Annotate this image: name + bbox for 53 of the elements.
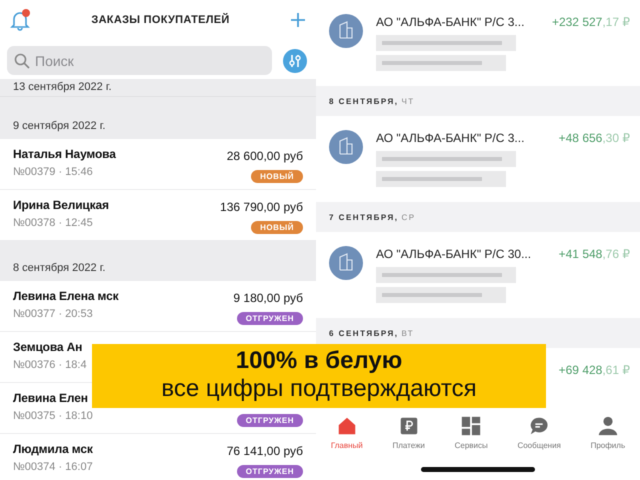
payment-amount: +69 428,61 ₽: [558, 362, 630, 377]
order-number: №00378 · 12:45: [13, 217, 94, 229]
customer-name: Людмила мск: [13, 442, 93, 456]
payment-amount: +232 527,17 ₽: [552, 14, 630, 29]
payer-name: АО "АЛЬФА-БАНК" Р/С 30...: [376, 247, 532, 261]
status-badge: ОТГРУЖЕН: [236, 312, 303, 325]
date-header: 8 СЕНТЯБРЯ, ЧТ: [316, 86, 640, 116]
person-icon: [596, 415, 619, 437]
order-amount: 76 141,00 руб: [226, 444, 303, 458]
customer-name: Левина Елен: [13, 391, 89, 405]
order-number: №00376 · 18:4: [13, 359, 87, 371]
date-header: 13 сентября 2022 г.: [0, 79, 316, 97]
date-header: 9 сентября 2022 г.: [0, 97, 316, 139]
order-number: №00375 · 18:10: [13, 410, 93, 422]
screen-title: ЗАКАЗЫ ПОКУПАТЕЛЕЙ: [91, 14, 230, 26]
building-icon: [329, 246, 363, 280]
order-amount: 9 180,00 руб: [233, 291, 303, 305]
payer-name: АО "АЛЬФА-БАНК" Р/С 3...: [376, 15, 526, 29]
banner-title: 100% в белую: [236, 348, 402, 375]
building-icon: [329, 14, 363, 48]
banner-subtitle: все цифры подтверждаются: [161, 374, 477, 404]
customer-name: Земцова Ан: [13, 340, 84, 354]
nav-tab[interactable]: Сообщения: [515, 415, 563, 467]
order-number: №00374 · 16:07: [13, 461, 93, 473]
search-icon: [14, 53, 30, 69]
nav-tab[interactable]: Сервисы: [452, 415, 490, 467]
payment-amount: +41 548,76 ₽: [558, 246, 630, 261]
nav-tab[interactable]: Главный: [328, 415, 365, 467]
search-field[interactable]: Поиск: [7, 46, 272, 75]
date-header: 6 СЕНТЯБРЯ, ВТ: [316, 318, 640, 348]
bell-icon[interactable]: [9, 9, 31, 31]
payment-amount: +48 656,30 ₽: [558, 130, 630, 145]
grid-icon: [460, 415, 482, 437]
order-amount: 28 600,00 руб: [226, 149, 303, 163]
nav-tab[interactable]: Профиль: [588, 415, 628, 467]
nav-tab[interactable]: Платежи: [390, 415, 427, 467]
chat-bubble-icon: [528, 415, 550, 437]
status-badge: НОВЫЙ: [251, 170, 303, 183]
building-icon: [329, 130, 363, 164]
payer-name: АО "АЛЬФА-БАНК" Р/С 3...: [376, 131, 526, 145]
filter-icon[interactable]: [283, 48, 307, 72]
status-badge: НОВЫЙ: [251, 221, 303, 234]
order-number: №00377 · 20:53: [13, 308, 94, 320]
order-amount: 136 790,00 руб: [220, 200, 303, 214]
customer-name: Левина Елена мск: [13, 289, 119, 303]
status-badge: ОТГРУЖЕН: [236, 465, 303, 478]
add-icon[interactable]: [290, 12, 306, 28]
date-header: 8 сентября 2022 г.: [0, 241, 316, 281]
date-header: 7 СЕНТЯБРЯ, СР: [316, 202, 640, 232]
customer-name: Ирина Велицкая: [13, 198, 109, 212]
order-number: №00379 · 15:46: [13, 166, 94, 178]
status-badge: ОТГРУЖЕН: [236, 414, 303, 427]
customer-name: Наталья Наумова: [13, 147, 116, 161]
